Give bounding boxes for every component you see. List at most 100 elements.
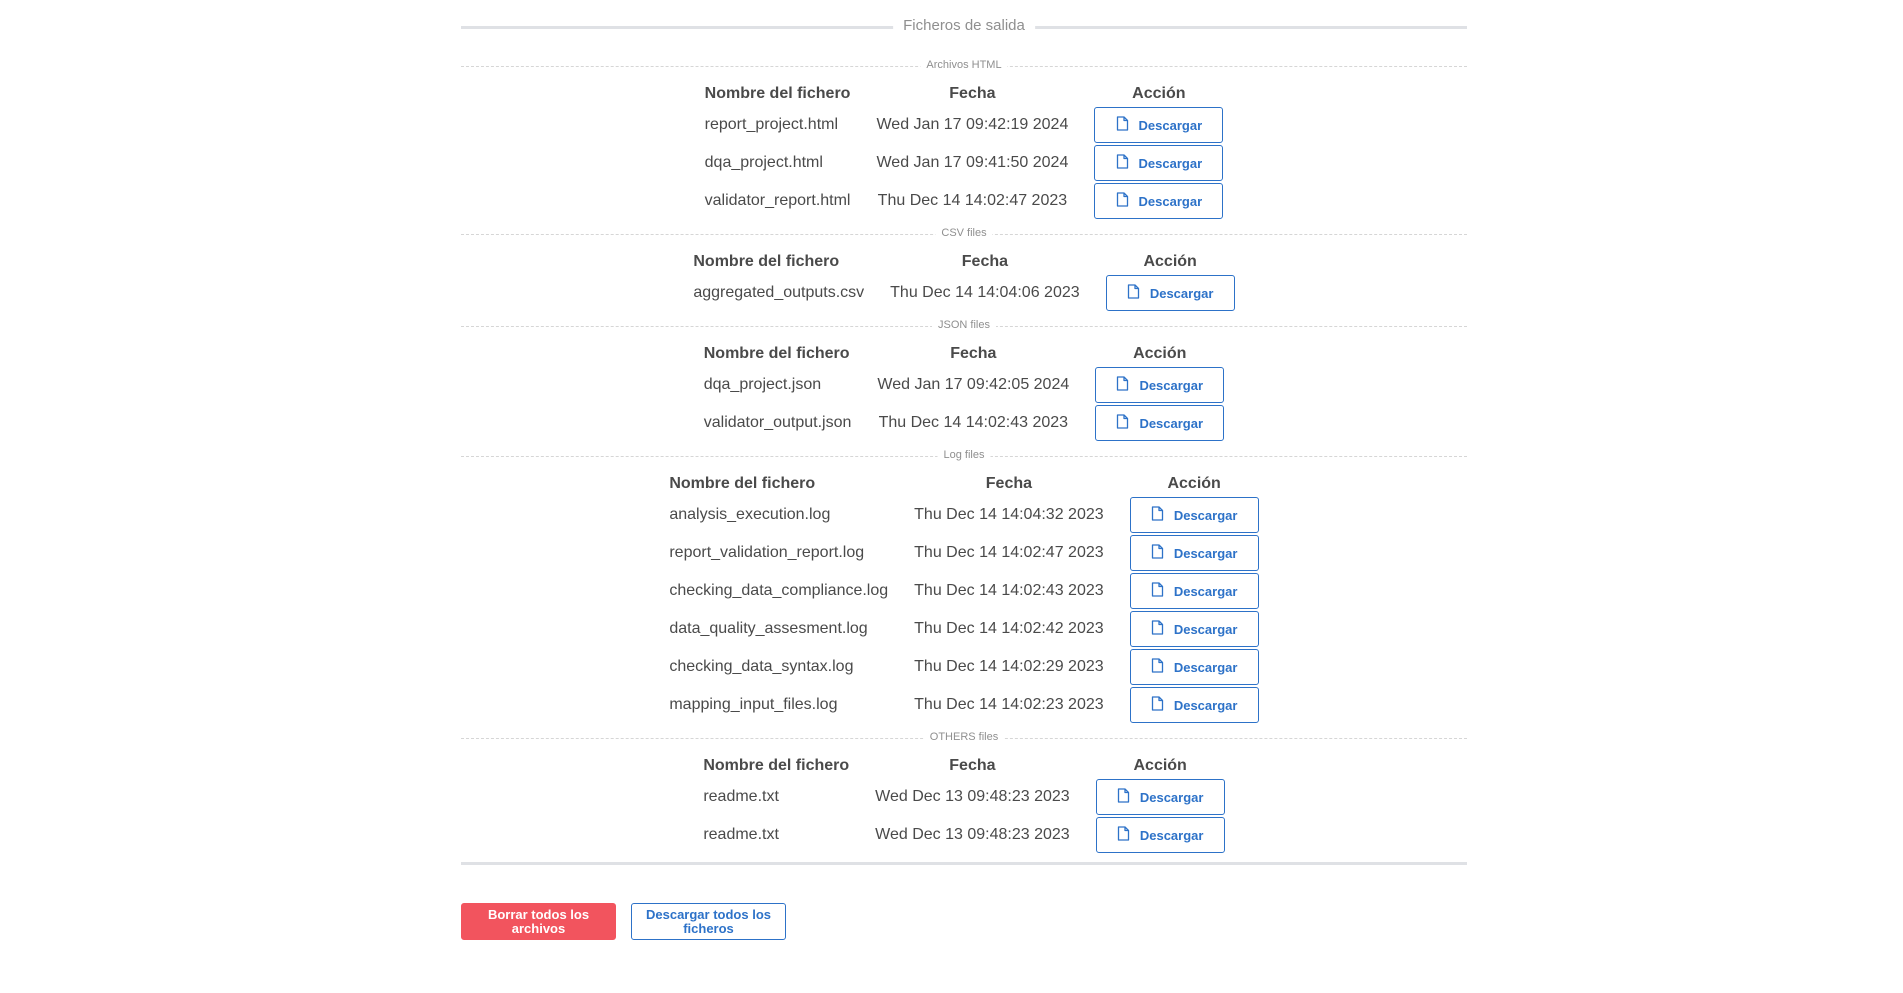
download-button[interactable]: Descargar <box>1094 183 1224 219</box>
file-icon <box>1116 414 1129 432</box>
action-cell: Descargar <box>1117 686 1272 724</box>
file-date: Thu Dec 14 14:02:43 2023 <box>914 582 1104 599</box>
footer-actions: Borrar todos los archivos Descargar todo… <box>461 865 1467 955</box>
table-row: validator_report.html Thu Dec 14 14:02:47… <box>692 182 1237 220</box>
column-header-action: Acción <box>1132 85 1186 102</box>
table-header-row: Nombre del fichero Fecha Acción <box>656 470 1271 496</box>
column-header-date: Fecha <box>949 85 996 102</box>
table-header-row: Nombre del fichero Fecha Acción <box>691 340 1238 366</box>
column-header-date: Fecha <box>985 475 1033 492</box>
file-icon <box>1117 826 1130 844</box>
table-row: dqa_project.html Wed Jan 17 09:41:50 2024… <box>692 144 1237 182</box>
file-name: mapping_input_files.log <box>669 696 838 713</box>
table-header-row: Nombre del fichero Fecha Acción <box>680 248 1247 274</box>
download-all-files-button[interactable]: Descargar todos los ficheros <box>631 903 786 940</box>
table-row: mapping_input_files.log Thu Dec 14 14:02:… <box>656 686 1271 724</box>
download-button[interactable]: Descargar <box>1129 687 1259 723</box>
column-header-action: Acción <box>1133 345 1187 362</box>
file-icon <box>1116 376 1129 394</box>
download-button[interactable]: Descargar <box>1095 367 1225 403</box>
file-icon <box>1151 658 1164 676</box>
section-title: Log files <box>937 449 991 461</box>
file-name: analysis_execution.log <box>669 506 831 523</box>
action-cell: Descargar <box>1081 144 1236 182</box>
action-cell: Descargar <box>1081 182 1236 220</box>
download-label: Descargar <box>1173 659 1238 675</box>
action-cell: Descargar <box>1081 106 1236 144</box>
section-title: Archivos HTML <box>920 59 1008 71</box>
file-sections: Archivos HTML Nombre del fichero Fecha Acci… <box>461 54 1467 854</box>
download-label: Descargar <box>1173 697 1238 713</box>
table-row: dqa_project.json Wed Jan 17 09:42:05 2024… <box>691 366 1238 404</box>
table-row: readme.txt Wed Dec 13 09:48:23 2023 Descar… <box>690 778 1237 816</box>
file-name: dqa_project.json <box>703 376 822 393</box>
action-cell: Descargar <box>1117 648 1272 686</box>
column-header-date: Fecha <box>961 253 1009 270</box>
files-table: Nombre del fichero Fecha Acción aggregated_… <box>680 248 1247 312</box>
table-row: report_project.html Wed Jan 17 09:42:19 2… <box>692 106 1237 144</box>
download-button[interactable]: Descargar <box>1094 107 1224 143</box>
download-button[interactable]: Descargar <box>1129 573 1259 609</box>
download-label: Descargar <box>1173 621 1238 637</box>
section-title: OTHERS files <box>923 731 1005 743</box>
column-header-name: Nombre del fichero <box>703 757 850 774</box>
output-files-divider: Ficheros de salida <box>461 0 1467 54</box>
file-date: Thu Dec 14 14:02:47 2023 <box>914 544 1104 561</box>
download-label: Descargar <box>1139 827 1204 843</box>
table-row: validator_output.json Thu Dec 14 14:02:43… <box>691 404 1238 442</box>
file-name: report_project.html <box>704 116 839 133</box>
file-icon <box>1127 284 1140 302</box>
download-button[interactable]: Descargar <box>1129 535 1259 571</box>
download-button[interactable]: Descargar <box>1129 611 1259 647</box>
download-button[interactable]: Descargar <box>1095 817 1225 853</box>
file-name: checking_data_compliance.log <box>669 582 889 599</box>
files-table: Nombre del fichero Fecha Acción analysis_ex… <box>656 470 1271 724</box>
section-title: CSV files <box>935 227 993 239</box>
table-header-row: Nombre del fichero Fecha Acción <box>692 80 1237 106</box>
table-row: report_validation_report.log Thu Dec 14 1… <box>656 534 1271 572</box>
table-row: checking_data_syntax.log Thu Dec 14 14:02… <box>656 648 1271 686</box>
download-label: Descargar <box>1138 117 1203 133</box>
column-header-name: Nombre del fichero <box>704 85 851 102</box>
file-name: checking_data_syntax.log <box>669 658 854 675</box>
download-label: Descargar <box>1139 789 1204 805</box>
download-button[interactable]: Descargar <box>1095 405 1225 441</box>
files-table: Nombre del fichero Fecha Acción dqa_project… <box>691 340 1238 442</box>
download-button[interactable]: Descargar <box>1105 275 1235 311</box>
file-date: Wed Dec 13 09:48:23 2023 <box>875 788 1070 805</box>
action-cell: Descargar <box>1117 610 1272 648</box>
download-label: Descargar <box>1138 193 1203 209</box>
file-date: Wed Jan 17 09:42:19 2024 <box>876 116 1069 133</box>
delete-all-files-button[interactable]: Borrar todos los archivos <box>461 903 616 940</box>
download-label: Descargar <box>1138 155 1203 171</box>
file-name: aggregated_outputs.csv <box>693 284 865 301</box>
download-label: Descargar <box>1173 545 1238 561</box>
action-cell: Descargar <box>1082 366 1237 404</box>
section-divider: JSON files <box>461 314 1467 340</box>
file-name: readme.txt <box>703 826 779 843</box>
file-date: Wed Dec 13 09:48:23 2023 <box>875 826 1070 843</box>
table-row: checking_data_compliance.log Thu Dec 14 1… <box>656 572 1271 610</box>
download-label: Descargar <box>1173 583 1238 599</box>
file-icon <box>1117 788 1130 806</box>
section-divider: CSV files <box>461 222 1467 248</box>
download-label: Descargar <box>1139 377 1204 393</box>
column-header-name: Nombre del fichero <box>703 345 850 362</box>
file-name: validator_report.html <box>704 192 851 209</box>
table-row: analysis_execution.log Thu Dec 14 14:04:3… <box>656 496 1271 534</box>
download-button[interactable]: Descargar <box>1094 145 1224 181</box>
download-button[interactable]: Descargar <box>1095 779 1225 815</box>
file-date: Thu Dec 14 14:04:06 2023 <box>890 284 1080 301</box>
file-date: Thu Dec 14 14:02:23 2023 <box>914 696 1104 713</box>
file-name: readme.txt <box>703 788 779 805</box>
section-divider: OTHERS files <box>461 726 1467 752</box>
download-label: Descargar <box>1149 285 1214 301</box>
file-name: dqa_project.html <box>704 154 823 171</box>
table-row: data_quality_assesment.log Thu Dec 14 14:… <box>656 610 1271 648</box>
file-icon <box>1116 154 1129 172</box>
download-button[interactable]: Descargar <box>1129 649 1259 685</box>
file-name: validator_output.json <box>703 414 852 431</box>
action-cell: Descargar <box>1083 778 1238 816</box>
section-title: JSON files <box>932 319 996 331</box>
download-button[interactable]: Descargar <box>1129 497 1259 533</box>
